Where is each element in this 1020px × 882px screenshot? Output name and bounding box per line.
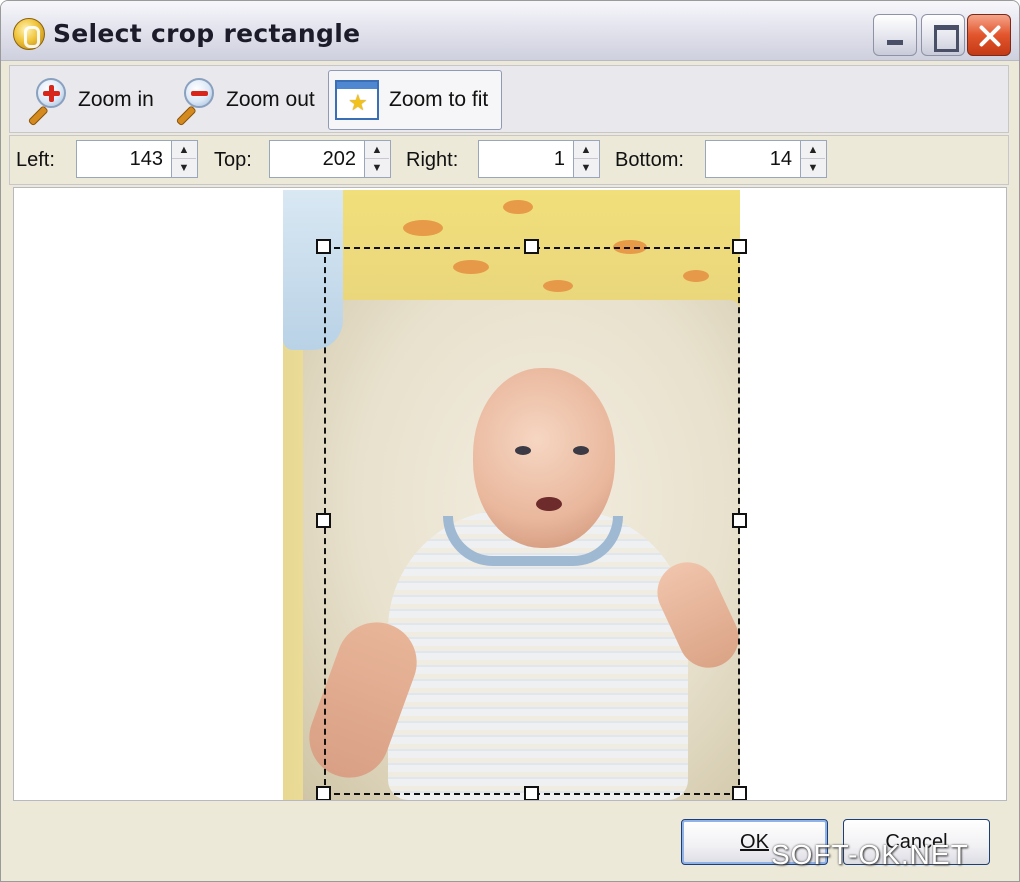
crop-handle-bottom-left[interactable]: [316, 786, 331, 800]
crop-handle-top[interactable]: [524, 239, 539, 254]
bottom-label: Bottom:: [615, 149, 684, 171]
top-label: Top:: [214, 149, 252, 171]
close-button[interactable]: [967, 14, 1011, 56]
image-preview-area[interactable]: [13, 187, 1007, 801]
ok-label: OK: [740, 830, 769, 853]
top-spin-down-icon[interactable]: ▼: [365, 159, 389, 177]
left-spin-down-icon[interactable]: ▼: [172, 159, 196, 177]
zoom-to-fit-label: Zoom to fit: [389, 88, 489, 111]
bottom-input[interactable]: 14: [705, 140, 801, 178]
coin-app-icon: [13, 18, 45, 50]
top-spin-up-icon[interactable]: ▲: [365, 141, 389, 159]
crop-selection-rectangle[interactable]: [324, 247, 740, 795]
minimize-button[interactable]: [873, 14, 917, 56]
left-spinner[interactable]: 143 ▲ ▼: [76, 140, 198, 178]
right-spin-up-icon[interactable]: ▲: [574, 141, 598, 159]
zoom-out-label: Zoom out: [226, 88, 315, 111]
bottom-spin-down-icon[interactable]: ▼: [801, 159, 825, 177]
crop-coordinates-bar: Left: 143 ▲ ▼ Top: 202 ▲ ▼ Right: 1 ▲ ▼ …: [9, 135, 1009, 185]
bottom-spin-up-icon[interactable]: ▲: [801, 141, 825, 159]
crop-handle-left[interactable]: [316, 513, 331, 528]
magnifier-minus-icon: [170, 76, 218, 127]
crop-dialog-window: Select crop rectangle Zoom in Zoom out ★…: [0, 0, 1020, 882]
top-spinner[interactable]: 202 ▲ ▼: [269, 140, 391, 178]
crop-handle-bottom-right[interactable]: [732, 786, 747, 800]
zoom-to-fit-button[interactable]: ★ Zoom to fit: [328, 70, 502, 130]
left-label: Left:: [16, 149, 55, 171]
bottom-spinner[interactable]: 14 ▲ ▼: [705, 140, 827, 178]
watermark-text: SOFT-OK.NET: [771, 839, 969, 870]
top-input[interactable]: 202: [269, 140, 365, 178]
left-input[interactable]: 143: [76, 140, 172, 178]
zoom-toolbar: Zoom in Zoom out ★ Zoom to fit: [9, 65, 1009, 133]
zoom-in-label: Zoom in: [78, 88, 154, 111]
right-input[interactable]: 1: [478, 140, 574, 178]
left-spin-up-icon[interactable]: ▲: [172, 141, 196, 159]
crop-handle-top-left[interactable]: [316, 239, 331, 254]
zoom-in-button[interactable]: Zoom in: [16, 70, 162, 130]
crop-handle-right[interactable]: [732, 513, 747, 528]
crop-handle-bottom[interactable]: [524, 786, 539, 800]
crop-handle-top-right[interactable]: [732, 239, 747, 254]
zoom-out-button[interactable]: Zoom out: [164, 70, 324, 130]
right-label: Right:: [406, 149, 459, 171]
magnifier-plus-icon: [22, 76, 70, 127]
title-bar[interactable]: Select crop rectangle: [1, 1, 1019, 61]
right-spinner[interactable]: 1 ▲ ▼: [478, 140, 600, 178]
maximize-button[interactable]: [921, 14, 965, 56]
right-spin-down-icon[interactable]: ▼: [574, 159, 598, 177]
window-star-icon: ★: [335, 80, 379, 120]
window-title: Select crop rectangle: [53, 19, 361, 48]
